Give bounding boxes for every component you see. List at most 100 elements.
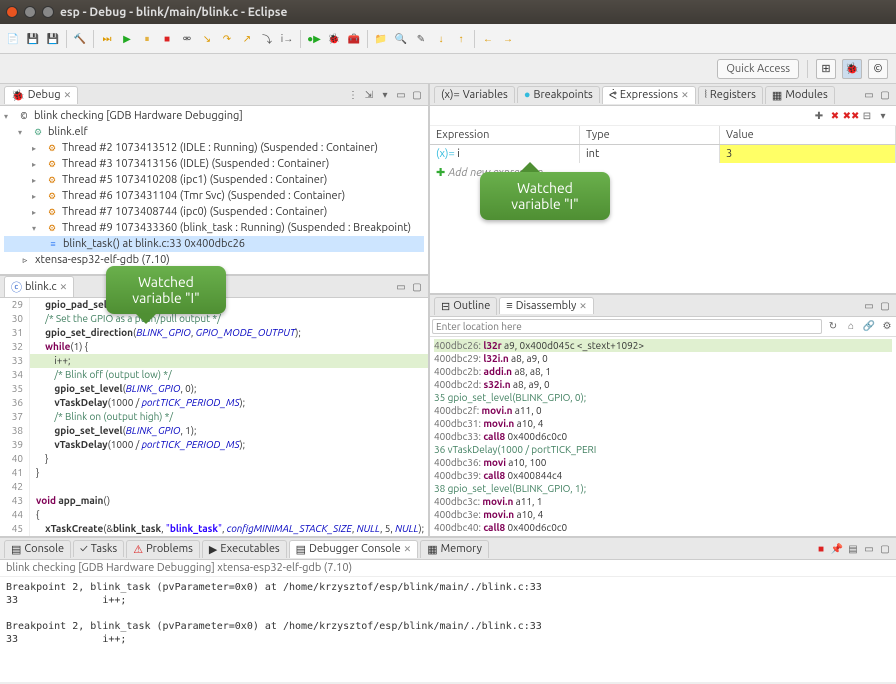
toggle-mark-icon[interactable]: ✎ (412, 30, 430, 48)
col-value[interactable]: Value (720, 126, 896, 144)
link-icon[interactable]: 🔗 (862, 319, 876, 333)
disconnect-icon[interactable]: ⚮ (178, 30, 196, 48)
maximize-view-icon[interactable]: ▢ (878, 542, 892, 556)
code-line[interactable]: 34 /* Blink off (output low) */ (0, 368, 428, 382)
save-icon[interactable]: 💾 (24, 30, 42, 48)
search-icon[interactable]: 🔍 (392, 30, 410, 48)
build-icon[interactable]: 🔨 (71, 30, 89, 48)
tab-console[interactable]: ▤Console (4, 540, 71, 558)
minimize-view-icon[interactable]: ▭ (862, 542, 876, 556)
step-into-icon[interactable]: ↘ (198, 30, 216, 48)
maximize-window-icon[interactable] (42, 6, 54, 18)
disasm-line[interactable]: 400dbc3c: movi.n a11, 1 (434, 495, 892, 508)
disasm-location-input[interactable] (432, 319, 822, 334)
tab-disassembly[interactable]: ≡Disassembly✕ (499, 297, 594, 314)
open-type-icon[interactable]: 📁 (372, 30, 390, 48)
console-body[interactable]: Breakpoint 2, blink_task (pvParameter=0x… (0, 577, 896, 682)
thread-row[interactable]: ▸⚙Thread #2 1073413512 (IDLE : Running) … (4, 140, 424, 156)
back-icon[interactable]: ← (479, 30, 497, 48)
maximize-view-icon[interactable]: ▢ (410, 280, 424, 294)
disasm-line[interactable]: 38 gpio_set_level(BLINK_GPIO, 1); (434, 482, 892, 495)
new-icon[interactable]: 📄 (4, 30, 22, 48)
disasm-line[interactable]: 400dbc26: l32r a9, 0x400d045c <_stext+10… (434, 339, 892, 352)
maximize-view-icon[interactable]: ▢ (878, 88, 892, 102)
disasm-line[interactable]: 400dbc3e: movi.n a10, 4 (434, 508, 892, 521)
disasm-line[interactable]: 400dbc2b: addi.n a8, a8, 1 (434, 365, 892, 378)
home-icon[interactable]: ⌂ (844, 319, 858, 333)
close-tab-icon[interactable]: ✕ (404, 544, 412, 555)
tab-registers[interactable]: ⦚Registers (698, 86, 763, 104)
quick-access-button[interactable]: Quick Access (717, 59, 799, 79)
collapse-all-icon[interactable]: ⇲ (362, 88, 376, 102)
code-line[interactable]: 42 (0, 480, 428, 494)
save-all-icon[interactable]: 💾 (44, 30, 62, 48)
code-line[interactable]: 38 gpio_set_level(BLINK_GPIO, 1); (0, 424, 428, 438)
tab-debug[interactable]: 🐞 Debug ✕ (4, 86, 78, 104)
suspend-icon[interactable]: ⏸ (138, 30, 156, 48)
minimize-view-icon[interactable]: ▭ (862, 299, 876, 313)
display-console-icon[interactable]: ▤ (846, 542, 860, 556)
code-line[interactable]: 44{ (0, 508, 428, 522)
clear-console-icon[interactable]: ■ (814, 542, 828, 556)
minimize-view-icon[interactable]: ▭ (394, 280, 408, 294)
close-tab-icon[interactable]: ✕ (60, 282, 68, 293)
run-icon[interactable]: ●▶ (305, 30, 323, 48)
new-expression-icon[interactable]: ✚ (812, 109, 826, 123)
debug-tree[interactable]: ▾©blink checking [GDB Hardware Debugging… (0, 106, 428, 274)
prev-annotation-icon[interactable]: ↑ (452, 30, 470, 48)
source-editor[interactable]: 29 gpio_pad_select_gpio(BLINK_GPIO);30 /… (0, 298, 428, 536)
code-line[interactable]: 30 /* Set the GPIO as a push/pull output… (0, 312, 428, 326)
code-line[interactable]: 45 xTaskCreate(&blink_task, "blink_task"… (0, 522, 428, 536)
thread-row[interactable]: ▸⚙Thread #3 1073413156 (IDLE) (Suspended… (4, 156, 424, 172)
tab-variables[interactable]: (x)=Variables (434, 86, 515, 103)
tab-executables[interactable]: ▶Executables (202, 540, 287, 558)
step-over-icon[interactable]: ↷ (218, 30, 236, 48)
thread-row[interactable]: ▸⚙Thread #6 1073431104 (Tmr Svc) (Suspen… (4, 188, 424, 204)
refresh-icon[interactable]: ↻ (826, 319, 840, 333)
col-type[interactable]: Type (580, 126, 720, 144)
cpp-perspective-icon[interactable]: © (868, 59, 888, 79)
tab-memory[interactable]: ▦Memory (420, 540, 489, 558)
disassembly-body[interactable]: 400dbc26: l32r a9, 0x400d045c <_stext+10… (430, 337, 896, 536)
col-expression[interactable]: Expression (430, 126, 580, 144)
tab-debugger-console[interactable]: ▤Debugger Console✕ (289, 540, 419, 558)
close-tab-icon[interactable]: ✕ (64, 90, 72, 101)
instruction-step-icon[interactable]: i→ (278, 30, 296, 48)
debug-perspective-icon[interactable]: 🐞 (842, 59, 862, 79)
external-tools-icon[interactable]: 🧰 (345, 30, 363, 48)
disasm-line[interactable]: 400dbc31: movi.n a10, 4 (434, 417, 892, 430)
drop-to-frame-icon[interactable]: ⤵ (258, 30, 276, 48)
view-menu-icon[interactable]: ▾ (378, 88, 392, 102)
code-line[interactable]: 36 vTaskDelay(1000 / portTICK_PERIOD_MS)… (0, 396, 428, 410)
minimize-view-icon[interactable]: ▭ (862, 88, 876, 102)
minimize-window-icon[interactable] (24, 6, 36, 18)
disasm-line[interactable]: 36 vTaskDelay(1000 / portTICK_PERI (434, 443, 892, 456)
collapse-icon[interactable]: ⊟ (860, 109, 874, 123)
tab-outline[interactable]: ⊟Outline (434, 297, 497, 315)
resume-icon[interactable]: ▶ (118, 30, 136, 48)
code-line[interactable]: 33 i++; (0, 354, 428, 368)
disasm-line[interactable]: 400dbc40: call8 0x400d6c0c0 (434, 521, 892, 534)
forward-icon[interactable]: → (499, 30, 517, 48)
minimize-view-icon[interactable]: ▭ (394, 88, 408, 102)
next-annotation-icon[interactable]: ↓ (432, 30, 450, 48)
code-line[interactable]: 39 vTaskDelay(1000 / portTICK_PERIOD_MS)… (0, 438, 428, 452)
thread-row[interactable]: ▸⚙Thread #7 1073408744 (ipc0) (Suspended… (4, 204, 424, 220)
skip-breakpoints-icon[interactable]: ⏭ (98, 30, 116, 48)
close-tab-icon[interactable]: ✕ (579, 301, 587, 312)
tab-breakpoints[interactable]: ●Breakpoints (517, 86, 600, 103)
close-tab-icon[interactable]: ✕ (681, 90, 689, 101)
expression-row[interactable]: (x)= i int 3 (430, 145, 896, 163)
disasm-line[interactable]: 400dbc2f: movi.n a11, 0 (434, 404, 892, 417)
disasm-line[interactable]: 400dbc2d: s32i.n a8, a9, 0 (434, 378, 892, 391)
thread-row[interactable]: ▾⚙Thread #9 1073433360 (blink_task : Run… (4, 220, 424, 236)
tab-modules[interactable]: ▦Modules (765, 86, 835, 104)
disasm-line[interactable]: 400dbc29: l32i.n a8, a9, 0 (434, 352, 892, 365)
disasm-line[interactable]: 400dbc33: call8 0x400d6c0c0 (434, 430, 892, 443)
view-menu-icon[interactable]: ▾ (876, 109, 890, 123)
debug-launch-icon[interactable]: 🐞 (325, 30, 343, 48)
maximize-view-icon[interactable]: ▢ (878, 299, 892, 313)
maximize-view-icon[interactable]: ▢ (410, 88, 424, 102)
code-line[interactable]: 35 gpio_set_level(BLINK_GPIO, 0); (0, 382, 428, 396)
code-line[interactable]: 40 } (0, 452, 428, 466)
